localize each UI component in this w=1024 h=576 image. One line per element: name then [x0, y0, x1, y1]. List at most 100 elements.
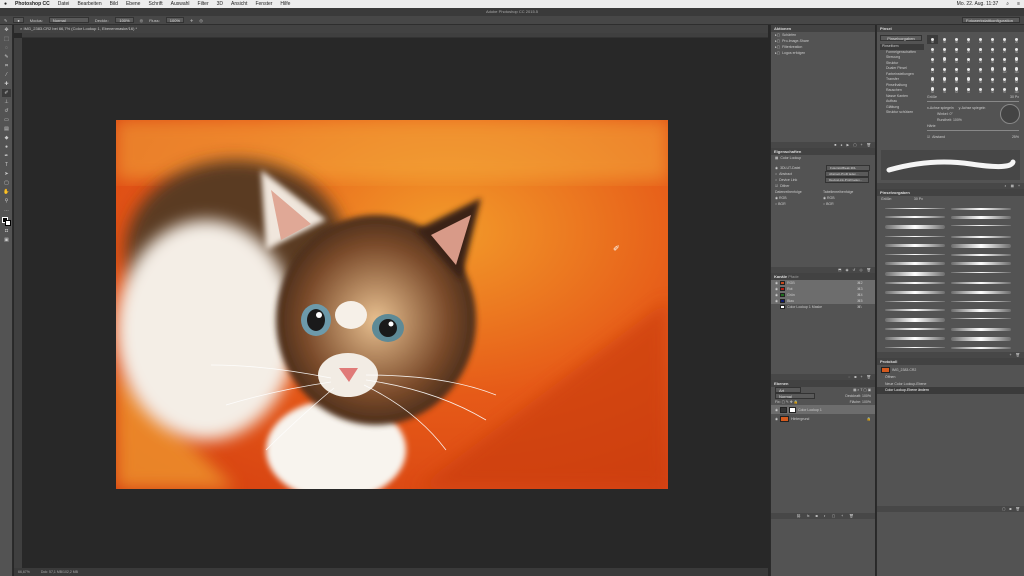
- document-image[interactable]: [116, 120, 668, 489]
- brush-tip[interactable]: 32: [951, 45, 962, 54]
- preset-stroke[interactable]: [885, 328, 945, 330]
- preset-stroke[interactable]: [885, 262, 945, 265]
- preset-stroke[interactable]: [885, 254, 945, 256]
- brush-tip[interactable]: 60: [1011, 55, 1022, 64]
- brush-panel-header[interactable]: Pinsel: [877, 25, 1024, 32]
- camera-icon[interactable]: ◙: [1009, 506, 1011, 512]
- preset-stroke[interactable]: [951, 225, 1011, 227]
- eye-icon[interactable]: ◉: [845, 267, 848, 273]
- trash-icon[interactable]: 🗑: [1016, 352, 1020, 358]
- brush-tip[interactable]: 46: [927, 55, 938, 64]
- preset-stroke[interactable]: [885, 216, 945, 219]
- preset-stroke[interactable]: [951, 336, 1011, 341]
- airbrush-icon[interactable]: ✈: [190, 18, 193, 23]
- brush-tip-grid[interactable]: 30 30 30 25 25 36 25 25 36 36 32 25 14 24 27 39 46 59 11 17…: [927, 35, 1023, 94]
- brush-tip[interactable]: 36: [927, 45, 938, 54]
- brush-preset-picker[interactable]: ●: [13, 17, 24, 23]
- zoom-icon[interactable]: ⚲: [2, 197, 11, 205]
- preset-stroke[interactable]: [885, 308, 945, 312]
- preset-stroke[interactable]: [951, 281, 1011, 285]
- properties-panel-header[interactable]: Eigenschaften: [771, 148, 875, 155]
- menu-filter[interactable]: Filter: [194, 1, 213, 7]
- gradient-icon[interactable]: ▤: [2, 125, 11, 133]
- brush-tip[interactable]: 25: [975, 35, 986, 44]
- pen-icon[interactable]: ✒: [2, 152, 11, 160]
- clip-icon[interactable]: ⬒: [838, 267, 841, 273]
- quick-select-icon[interactable]: ✎: [2, 53, 11, 61]
- brush-tip[interactable]: 33: [999, 75, 1010, 84]
- brush-tip[interactable]: 11: [963, 85, 974, 94]
- quick-mask-icon[interactable]: ◘: [2, 227, 11, 235]
- menu-ansicht[interactable]: Ansicht: [227, 1, 251, 7]
- menu-auswahl[interactable]: Auswahl: [167, 1, 194, 7]
- brush-tip[interactable]: 11: [951, 55, 962, 64]
- brush-presets-header[interactable]: Pinselvorgaben: [877, 189, 1024, 196]
- preset-stroke[interactable]: [885, 244, 945, 248]
- brush-tip[interactable]: 44: [999, 55, 1010, 64]
- brush-tip[interactable]: 17: [963, 55, 974, 64]
- menu-3d[interactable]: 3D: [213, 1, 227, 7]
- brush-tip[interactable]: 59: [939, 55, 950, 64]
- mode-select[interactable]: Normal: [48, 17, 89, 23]
- background-color-swatch[interactable]: [5, 220, 11, 226]
- brush-tip[interactable]: 90: [963, 75, 974, 84]
- brush-tip[interactable]: 26: [939, 65, 950, 74]
- trash-icon[interactable]: 🗑: [849, 513, 853, 519]
- brush-tip[interactable]: 27: [999, 45, 1010, 54]
- fx-icon[interactable]: fx: [807, 513, 810, 519]
- brush-tip[interactable]: 48: [975, 85, 986, 94]
- brush-tip[interactable]: 30: [927, 35, 938, 44]
- toggle-icon[interactable]: ◐: [1005, 183, 1007, 189]
- brush-tip[interactable]: 70: [987, 65, 998, 74]
- brush-tip[interactable]: 63: [951, 85, 962, 94]
- brush-tip[interactable]: 74: [927, 75, 938, 84]
- history-snapshot[interactable]: IMG_2383.CR2: [877, 365, 1024, 374]
- type-icon[interactable]: T: [2, 161, 11, 169]
- menu-hilfe[interactable]: Hilfe: [276, 1, 294, 7]
- new-layer-icon[interactable]: +: [841, 513, 843, 519]
- brush-tip[interactable]: 25: [963, 35, 974, 44]
- menu-schrift[interactable]: Schrift: [144, 1, 166, 7]
- brush-tip[interactable]: 55: [975, 65, 986, 74]
- more-tools-icon[interactable]: …: [2, 206, 11, 214]
- brush-tip[interactable]: 95: [939, 75, 950, 84]
- preset-stroke[interactable]: [951, 318, 1011, 320]
- preset-stroke[interactable]: [885, 336, 945, 340]
- preset-stroke[interactable]: [885, 346, 945, 348]
- hardness-slider[interactable]: [927, 130, 1019, 131]
- menu-bearbeiten[interactable]: Bearbeiten: [73, 1, 105, 7]
- brush-tip[interactable]: 39: [1011, 45, 1022, 54]
- brush-icon[interactable]: ✐: [2, 89, 11, 97]
- eye-icon[interactable]: ◉: [775, 407, 778, 413]
- preset-stroke[interactable]: [951, 235, 1011, 238]
- screen-mode-icon[interactable]: ▣: [2, 236, 11, 244]
- tab-paths[interactable]: Pfade: [788, 274, 798, 279]
- brush-tip[interactable]: 134: [1011, 65, 1022, 74]
- preset-stroke[interactable]: [951, 328, 1011, 331]
- menu-list-icon[interactable]: ≡: [1013, 1, 1024, 7]
- brush-tip[interactable]: 33: [951, 65, 962, 74]
- path-select-icon[interactable]: ➤: [2, 170, 11, 178]
- checkbox-icon[interactable]: ☑: [927, 134, 930, 140]
- size-row[interactable]: Größe 30 Px: [927, 94, 1019, 100]
- play-icon[interactable]: ▶: [846, 142, 849, 148]
- zoom-level[interactable]: 66,67%: [18, 570, 30, 574]
- preset-stroke[interactable]: [951, 271, 1011, 273]
- adjustment-layer-icon[interactable]: ◐: [824, 513, 826, 519]
- preset-stroke[interactable]: [885, 271, 945, 276]
- fill-field[interactable]: Fläche: 100%: [850, 399, 871, 405]
- apple-icon[interactable]: ●: [0, 1, 11, 7]
- preset-stroke[interactable]: [951, 208, 1011, 210]
- workspace-select[interactable]: Fotowerkstattkonfiguration: [962, 17, 1020, 23]
- brush-tip[interactable]: 36: [975, 75, 986, 84]
- preset-stroke[interactable]: [885, 235, 945, 238]
- preset-stroke[interactable]: [951, 290, 1011, 295]
- reset-icon[interactable]: ↺: [853, 267, 856, 273]
- brush-tip[interactable]: 112: [999, 65, 1010, 74]
- trash-icon[interactable]: 🗑: [867, 267, 871, 273]
- new-preset-icon[interactable]: +: [1018, 183, 1020, 189]
- mask-icon[interactable]: ◙: [816, 513, 818, 519]
- brush-tip[interactable]: 25: [1011, 35, 1022, 44]
- trash-icon[interactable]: 🗑: [867, 374, 871, 380]
- clock[interactable]: Mo. 22. Aug. 11:37: [953, 1, 1003, 7]
